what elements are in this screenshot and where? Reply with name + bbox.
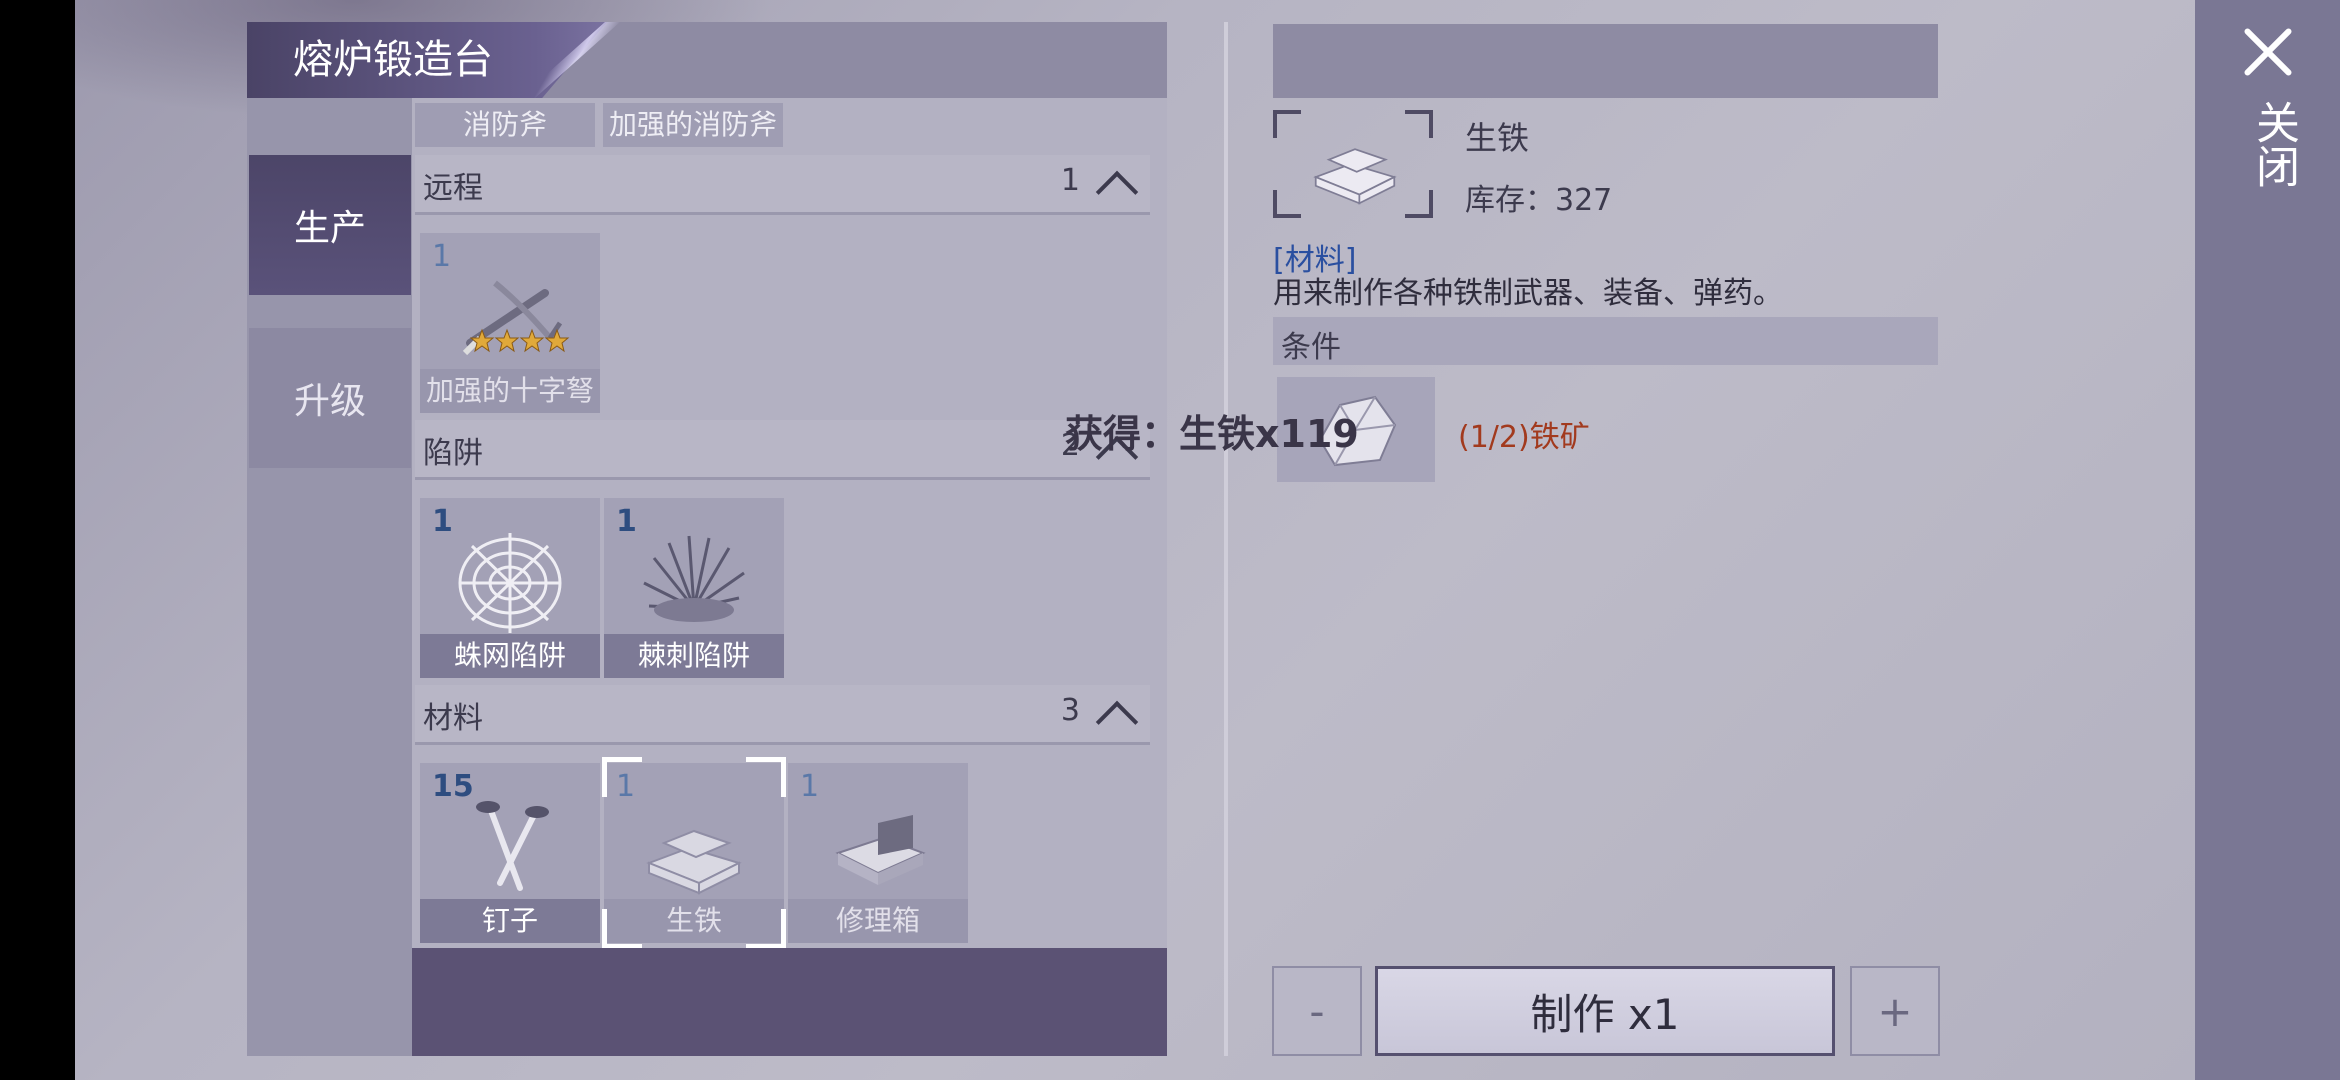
spike-icon bbox=[643, 535, 745, 622]
panel-divider bbox=[1224, 22, 1228, 1056]
chevron-up-icon[interactable] bbox=[1095, 170, 1139, 214]
selection-corner bbox=[602, 909, 642, 949]
item-quantity: 1 bbox=[800, 769, 820, 804]
detail-item-frame bbox=[1273, 110, 1433, 218]
tab-production[interactable]: 生产 bbox=[249, 155, 411, 295]
detail-description: 用来制作各种铁制武器、装备、弹药。 bbox=[1273, 276, 1783, 311]
tab-upgrade[interactable]: 升级 bbox=[249, 328, 411, 468]
conditions-title: 条件 bbox=[1281, 330, 1341, 365]
craft-button[interactable]: 制作 x1 bbox=[1375, 966, 1835, 1056]
item-quantity: 1 bbox=[432, 239, 452, 274]
item-name: 钉子 bbox=[420, 899, 600, 943]
list-item[interactable]: 加强的消防斧 bbox=[603, 103, 783, 147]
recipe-item-crossbow[interactable]: 1 加强的十字弩 bbox=[420, 233, 600, 413]
crossbow-icon bbox=[462, 280, 563, 356]
iron-ingot-icon bbox=[646, 829, 742, 895]
toolbox-icon bbox=[835, 815, 926, 885]
decrease-button[interactable]: - bbox=[1272, 966, 1362, 1056]
recipe-item-nails[interactable]: 15 钉子 bbox=[420, 763, 600, 943]
recipe-item-pig-iron[interactable]: 1 生铁 bbox=[602, 757, 786, 949]
section-title: 远程 bbox=[423, 171, 483, 206]
iron-ingot-icon bbox=[1313, 148, 1397, 205]
section-materials-header[interactable]: 材料 3 bbox=[415, 685, 1150, 745]
item-name: 棘刺陷阱 bbox=[604, 634, 784, 678]
section-count: 1 bbox=[1060, 163, 1080, 198]
selection-corner bbox=[602, 757, 642, 797]
obtained-toast: 获得：生铁x119 bbox=[1065, 412, 1359, 456]
close-label[interactable]: 关闭 bbox=[2238, 100, 2299, 188]
close-icon[interactable] bbox=[2238, 22, 2298, 82]
conditions-header: 条件 bbox=[1273, 317, 1938, 365]
section-title: 材料 bbox=[423, 701, 483, 736]
item-name: 蛛网陷阱 bbox=[420, 634, 600, 678]
detail-stock: 库存：327 bbox=[1465, 183, 1613, 218]
detail-header-bar bbox=[1273, 24, 1938, 98]
list-footer bbox=[412, 948, 1167, 1056]
selection-corner bbox=[746, 757, 786, 797]
item-name: 修理箱 bbox=[788, 899, 968, 943]
recipe-item-repair-kit[interactable]: 1 修理箱 bbox=[788, 763, 968, 943]
recipe-item-spike-trap[interactable]: 1 棘刺陷阱 bbox=[604, 498, 784, 678]
section-count: 3 bbox=[1060, 693, 1080, 728]
section-ranged-header[interactable]: 远程 1 bbox=[415, 155, 1150, 215]
recipe-item-web-trap[interactable]: 1 蛛网陷阱 bbox=[420, 498, 600, 678]
spiderweb-icon bbox=[458, 533, 562, 633]
section-traps-header[interactable]: 陷阱 2 bbox=[415, 420, 1150, 480]
condition-requirement: (1/2)铁矿 bbox=[1458, 420, 1590, 455]
star-rating-icon bbox=[470, 328, 570, 353]
increase-button[interactable]: + bbox=[1850, 966, 1940, 1056]
selection-corner bbox=[746, 909, 786, 949]
chevron-up-icon[interactable] bbox=[1095, 700, 1139, 744]
list-item[interactable]: 消防斧 bbox=[415, 103, 595, 147]
detail-item-name: 生铁 bbox=[1465, 119, 1530, 157]
window-title: 熔炉锻造台 bbox=[293, 37, 493, 83]
section-title: 陷阱 bbox=[423, 436, 483, 471]
nails-icon bbox=[476, 801, 549, 891]
item-name: 加强的十字弩 bbox=[420, 369, 600, 413]
